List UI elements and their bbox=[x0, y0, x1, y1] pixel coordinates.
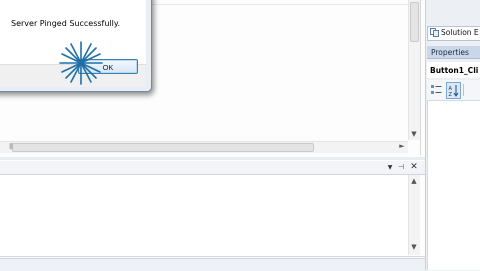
scroll-down-arrow-icon[interactable]: ▼ bbox=[409, 242, 419, 252]
pin-icon[interactable]: ⊣ bbox=[396, 162, 406, 173]
properties-title: Properties bbox=[431, 48, 469, 57]
tool-window-header bbox=[0, 161, 425, 175]
scroll-right-arrow-icon[interactable]: ► bbox=[397, 141, 407, 152]
tab-solution-explorer-label: Solution E bbox=[441, 28, 479, 37]
categorized-icon[interactable] bbox=[430, 83, 442, 97]
toolbar-divider bbox=[463, 84, 464, 96]
click-burst-icon bbox=[59, 41, 103, 85]
tool-window-body[interactable] bbox=[0, 175, 408, 255]
alphabetical-sort-icon[interactable]: A Z bbox=[446, 82, 461, 99]
editor-vertical-scroll-thumb[interactable] bbox=[410, 2, 419, 42]
scroll-down-arrow-icon[interactable]: ▼ bbox=[409, 129, 419, 139]
properties-object-name: Button1_Cli bbox=[430, 66, 479, 75]
dropdown-arrow-icon[interactable]: ▼ bbox=[385, 162, 395, 173]
close-icon[interactable]: ✕ bbox=[408, 161, 420, 173]
message-text: Server Pinged Successfully. bbox=[11, 19, 121, 28]
splitter-grip-icon[interactable]: ||| bbox=[9, 143, 13, 150]
status-bar bbox=[0, 258, 480, 271]
properties-grid[interactable] bbox=[427, 101, 480, 270]
divider bbox=[0, 256, 425, 257]
solution-explorer-icon bbox=[430, 28, 439, 37]
editor-horizontal-scroll-thumb[interactable] bbox=[12, 143, 314, 152]
svg-text:Z: Z bbox=[449, 92, 453, 98]
pane-splitter[interactable] bbox=[0, 157, 425, 160]
scroll-up-arrow-icon[interactable]: ▲ bbox=[409, 176, 419, 186]
